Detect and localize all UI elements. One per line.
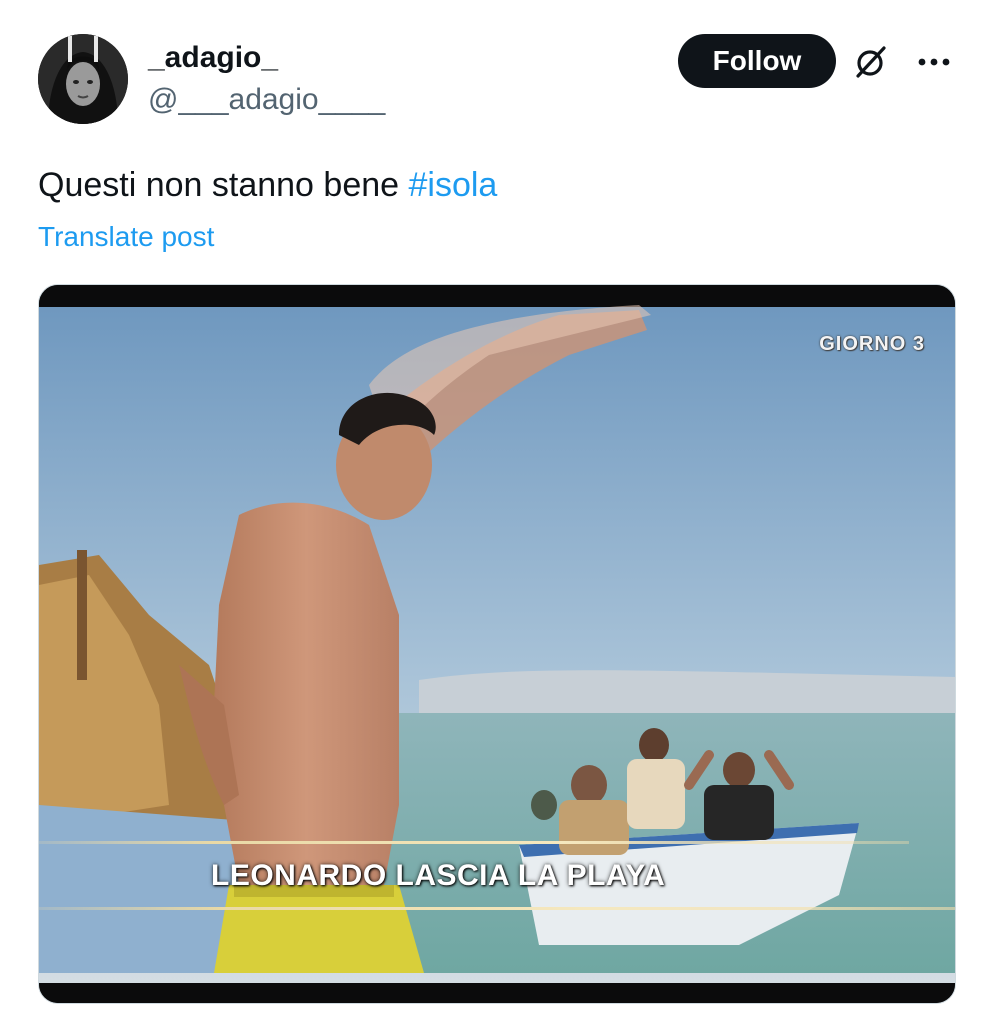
tv-caption: LEONARDO LASCIA LA PLAYA: [211, 859, 666, 892]
avatar[interactable]: [38, 34, 128, 124]
tv-lower-third: LEONARDO LASCIA LA PLAYA: [39, 841, 955, 919]
day-counter-label: GIORNO 3: [819, 333, 925, 355]
grok-icon[interactable]: [852, 42, 892, 82]
hashtag-link[interactable]: #isola: [409, 166, 498, 204]
follow-button[interactable]: Follow: [678, 34, 836, 88]
lower-third-rule-bottom: [39, 907, 955, 910]
lower-third-rule-top: [39, 841, 909, 844]
translate-post-link[interactable]: Translate post: [38, 218, 214, 256]
more-options-icon[interactable]: [912, 42, 956, 82]
post-text: Questi non stanno bene #isola: [38, 162, 497, 208]
post-media-image[interactable]: GIORNO 3 LEONARDO LASCIA LA PLAYA: [38, 284, 956, 1004]
author-handle[interactable]: @___adagio____: [148, 80, 385, 120]
author-display-name[interactable]: _adagio_: [148, 38, 278, 78]
post-body: Questi non stanno bene: [38, 166, 409, 204]
avatar-image: [38, 34, 128, 124]
